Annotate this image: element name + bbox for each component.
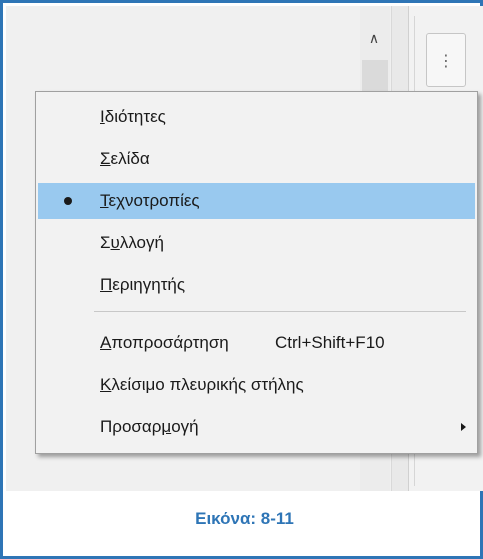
menu-item-undock[interactable]: Αποπροσάρτηση Ctrl+Shift+F10 [38, 325, 475, 361]
menu-separator [94, 311, 466, 312]
context-menu: Ιδιότητες Σελίδα Τεχνοτροπίες Συλλογή Πε… [35, 91, 478, 454]
menu-item-shortcut: Ctrl+Shift+F10 [275, 333, 385, 352]
vertical-ellipsis-icon: ⋮ [438, 51, 454, 70]
more-options-button[interactable]: ⋮ [426, 33, 466, 87]
menu-item-label: Σελίδα [100, 149, 150, 168]
menu-item-page[interactable]: Σελίδα [38, 141, 475, 177]
figure-frame: ∧ ⋮ Ιδιότητες Σελίδα Τεχνοτροπίες Συλλογ… [0, 0, 483, 559]
menu-item-properties[interactable]: Ιδιότητες [38, 99, 475, 135]
menu-item-label: Κλείσιμο πλευρικής στήλης [100, 375, 304, 394]
menu-item-label: Προσαρμογή [100, 417, 199, 436]
submenu-arrow-icon [461, 423, 466, 431]
figure-caption: Εικόνα: 8-11 [195, 509, 294, 528]
menu-item-label: Συλλογή [100, 233, 164, 252]
menu-item-label: Αποπροσάρτηση [100, 333, 229, 352]
menu-item-gallery[interactable]: Συλλογή [38, 225, 475, 261]
menu-item-label: Ιδιότητες [100, 107, 166, 126]
menu-item-label: Περιηγητής [100, 275, 186, 294]
menu-item-close-sidebar[interactable]: Κλείσιμο πλευρικής στήλης [38, 367, 475, 403]
menu-item-styles[interactable]: Τεχνοτροπίες [38, 183, 475, 219]
chevron-up-icon[interactable]: ∧ [362, 26, 386, 52]
menu-item-label: Τεχνοτροπίες [100, 191, 200, 210]
radio-bullet-icon [64, 197, 72, 205]
menu-item-customize[interactable]: Προσαρμογή [38, 409, 475, 445]
menu-item-navigator[interactable]: Περιηγητής [38, 267, 475, 303]
